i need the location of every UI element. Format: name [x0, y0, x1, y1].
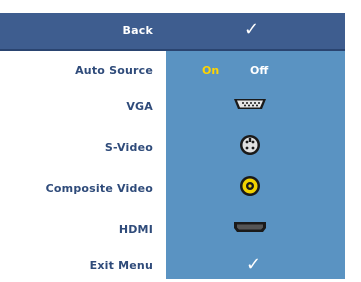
- vga-connector-icon[interactable]: [232, 97, 268, 111]
- source-select-menu: Back ✓ Auto Source On Off VGA S-Video Co…: [0, 13, 345, 279]
- auto-source-label: Auto Source: [75, 64, 153, 77]
- s-video-label: S-Video: [104, 141, 153, 154]
- back-label: Back: [122, 24, 153, 37]
- auto-source-off-option[interactable]: Off: [250, 64, 268, 77]
- back-row[interactable]: Back ✓: [0, 13, 345, 49]
- back-checkmark-icon[interactable]: ✓: [244, 19, 259, 40]
- options-panel: [166, 51, 345, 279]
- exit-menu-label: Exit Menu: [89, 259, 153, 272]
- s-video-connector-icon[interactable]: [239, 134, 261, 156]
- hdmi-connector-icon[interactable]: [233, 221, 267, 233]
- exit-menu-checkmark-icon[interactable]: ✓: [246, 254, 261, 275]
- hdmi-label: HDMI: [118, 223, 153, 236]
- composite-video-label: Composite Video: [45, 182, 153, 195]
- auto-source-on-option[interactable]: On: [202, 64, 219, 77]
- composite-video-connector-icon[interactable]: [239, 175, 261, 197]
- vga-label: VGA: [126, 100, 153, 113]
